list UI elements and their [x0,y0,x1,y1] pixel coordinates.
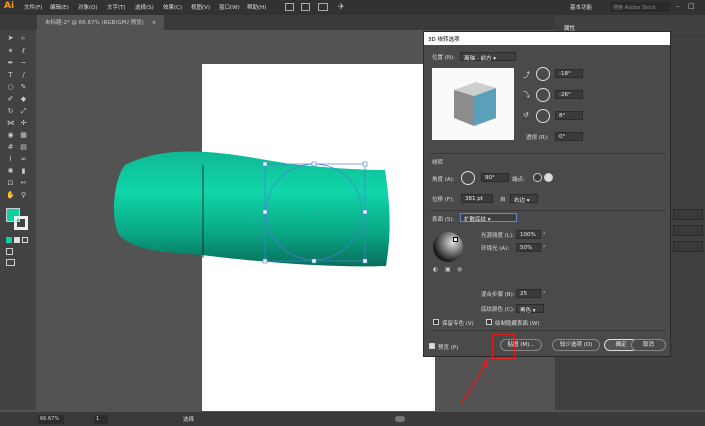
z-rotation-dial[interactable] [536,109,550,123]
panel-field-3[interactable] [673,241,703,252]
x-axis-rotate-icon: ⤴ [523,71,530,79]
light-intensity-dropdown[interactable]: › [543,230,545,237]
cap-label: 端点: [512,177,525,183]
fewer-options-button[interactable]: 较少选项 (O) [552,339,600,351]
center-point [312,210,316,214]
draw-hidden-checkbox[interactable] [486,319,492,325]
handle-top-right[interactable] [362,161,368,167]
position-cube-icon [454,82,496,126]
blend-steps-field[interactable]: 25 [516,289,541,298]
z-rotation-field[interactable]: 8° [555,111,583,120]
revolved-tube-shape[interactable] [113,151,390,267]
track-cube-area[interactable] [432,68,514,140]
preserve-spot-label: 保留专色 (V) [442,321,474,327]
new-light-icon[interactable]: ▣ [445,266,451,273]
blend-steps-label: 混合步骤 (B): [481,292,515,298]
current-tool-label: 选择 [183,417,195,423]
position-label: 位置 (N): [432,55,456,61]
light-sphere[interactable] [433,232,463,262]
angle-label: 角度 (A): [432,177,455,183]
position-select[interactable]: 离轴 - 前方 ▾ [460,52,516,62]
y-rotation-field[interactable]: -26° [555,90,583,99]
light-source-handle[interactable] [453,237,458,242]
shading-color-select[interactable]: 黑色 ▾ [516,304,544,314]
panel-field-1[interactable] [673,209,703,220]
light-intensity-field[interactable]: 100% [516,230,541,239]
angle-dial[interactable] [461,171,475,185]
panel-field-2[interactable] [673,225,703,236]
offset-from-select[interactable]: 右边 ▾ [510,194,538,204]
zoom-level[interactable]: 66.67% [38,415,64,424]
delete-light-icon[interactable]: ● [457,266,462,273]
handle-top-left[interactable] [262,161,268,167]
ambient-light-dropdown[interactable]: › [543,243,545,250]
shading-color-label: 底纹颜色 (C): [481,307,515,313]
move-light-back-icon[interactable]: ◐ [433,266,438,273]
horizontal-scroll-thumb[interactable] [395,416,405,422]
preview-checkbox[interactable] [429,343,435,349]
status-bar: 66.67% 1 选择 [0,412,705,426]
ambient-light-field[interactable]: 50% [516,243,541,252]
surface-select[interactable]: 扩散底纹 ▾ [460,213,517,223]
x-rotation-field[interactable]: -18° [555,69,583,78]
light-intensity-label: 光源强度 (L): [481,233,514,239]
preview-label: 预览 (P) [438,345,459,351]
handle-bottom-left[interactable] [262,258,268,264]
highlight-box [492,334,515,359]
preserve-spot-checkbox[interactable] [433,319,439,325]
cap-on-icon[interactable] [533,173,542,182]
handle-right[interactable] [362,209,368,215]
offset-from-label: 自 [500,197,506,203]
z-axis-rotate-icon: ↺ [523,111,529,119]
surface-label: 表面 (S): [432,217,455,223]
handle-bottom[interactable] [311,258,317,264]
perspective-field[interactable]: 0° [555,132,583,141]
ambient-light-label: 环境光 (A): [481,246,510,252]
dialog-title: 3D 绕转选项 [424,32,670,45]
artboard-number[interactable]: 1 [94,415,108,424]
3d-revolve-options-dialog: 3D 绕转选项 位置 (N): 离轴 - 前方 ▾ ⤴ -18° ⤵ -26° … [423,31,671,357]
cancel-button[interactable]: 取消 [631,339,666,351]
cap-off-icon[interactable] [544,173,553,182]
draw-hidden-label: 绘制隐藏表面 (W) [495,321,540,327]
angle-field[interactable]: 90° [481,173,509,182]
handle-left[interactable] [262,209,268,215]
y-rotation-dial[interactable] [536,88,550,102]
x-rotation-dial[interactable] [536,67,550,81]
offset-field[interactable]: 381 pt [461,194,493,203]
handle-top[interactable] [311,161,317,167]
perspective-label: 透视 (R): [526,135,549,141]
handle-bottom-right[interactable] [362,258,368,264]
blend-steps-dropdown[interactable]: › [543,289,545,296]
y-axis-rotate-icon: ⤵ [523,91,530,99]
offset-label: 位移 (F): [432,197,455,203]
revolve-section-title: 绕转 [432,160,444,166]
